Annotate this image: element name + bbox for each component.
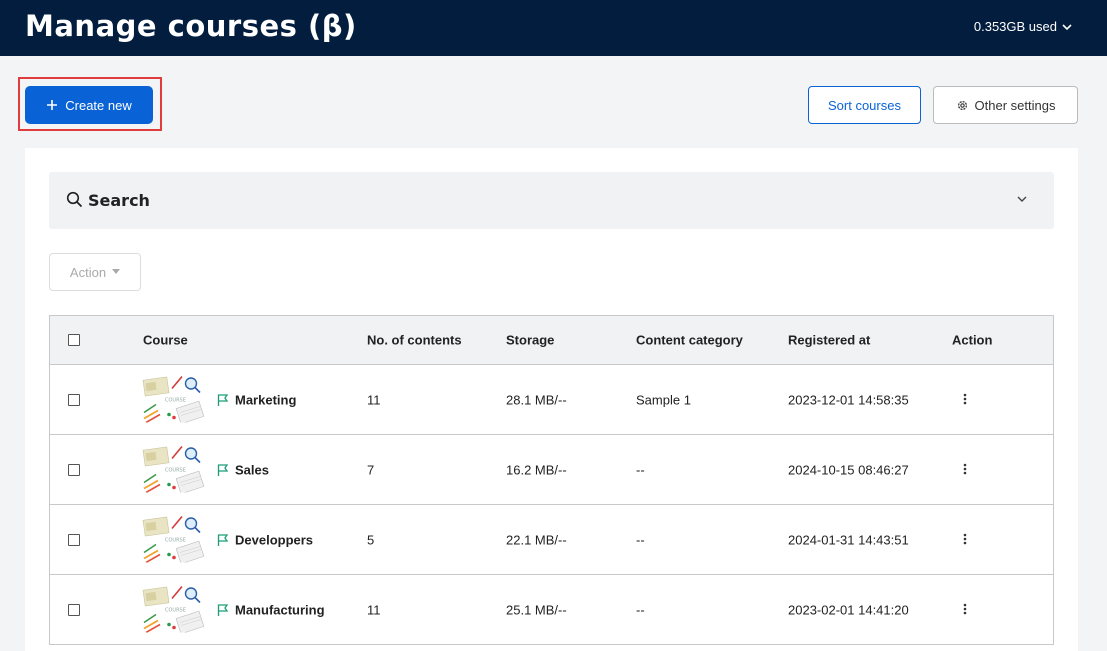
content-category: -- (636, 532, 645, 547)
courses-panel: Search Action Course No. of contents Sto… (25, 148, 1078, 651)
sort-courses-label: Sort courses (828, 97, 901, 113)
column-storage: Storage (506, 332, 555, 348)
column-category: Content category (636, 332, 743, 348)
storage-value: 22.1 MB/-- (506, 532, 567, 547)
content-category: -- (636, 602, 645, 617)
course-thumbnail: COURSE (142, 444, 205, 495)
other-settings-label: Other settings (974, 97, 1056, 113)
kebab-menu-icon (963, 603, 967, 614)
flag-icon (217, 603, 229, 616)
column-registered: Registered at (788, 332, 871, 348)
table-row: COURSE Sales 7 16.2 MB/-- -- 2024-10-15 … (50, 435, 1053, 505)
row-checkbox[interactable] (68, 533, 80, 546)
create-new-button[interactable]: Create new (25, 86, 153, 124)
row-action-menu[interactable] (963, 462, 967, 478)
storage-usage-label: 0.353GB used (973, 19, 1057, 34)
column-course: Course (143, 332, 188, 348)
table-row: COURSE Developpers 5 22.1 MB/-- -- 2024-… (50, 505, 1053, 575)
sort-courses-button[interactable]: Sort courses (808, 86, 921, 124)
row-action-menu[interactable] (963, 532, 967, 548)
flag-icon (217, 533, 229, 546)
course-thumbnail: COURSE (142, 374, 205, 425)
registered-at: 2024-01-31 14:43:51 (788, 532, 909, 547)
kebab-menu-icon (963, 463, 967, 474)
caret-down-icon (112, 269, 121, 274)
row-checkbox[interactable] (68, 463, 80, 476)
contents-count: 11 (367, 602, 381, 617)
select-all-checkbox[interactable] (68, 334, 80, 346)
page-title: Manage courses (β) (25, 9, 357, 43)
registered-at: 2024-10-15 08:46:27 (788, 462, 909, 477)
table-body: COURSE Marketing 11 28.1 MB/-- Sample 1 … (50, 365, 1053, 645)
svg-text:COURSE: COURSE (165, 607, 186, 613)
search-icon (66, 191, 83, 208)
kebab-menu-icon (963, 393, 967, 404)
flag-icon (217, 463, 229, 476)
course-name-label: Developpers (235, 532, 314, 547)
course-name[interactable]: Manufacturing (217, 602, 325, 617)
bulk-action-label: Action (69, 264, 107, 280)
storage-value: 16.2 MB/-- (506, 462, 567, 477)
course-name[interactable]: Marketing (217, 392, 296, 407)
app-header: Manage courses (β) 0.353GB used (0, 0, 1107, 56)
search-toggle[interactable]: Search (49, 172, 1054, 229)
svg-text:COURSE: COURSE (165, 537, 186, 543)
registered-at: 2023-12-01 14:58:35 (788, 392, 909, 407)
svg-text:COURSE: COURSE (165, 467, 186, 473)
chevron-down-icon (1062, 23, 1072, 30)
search-label: Search (88, 191, 150, 210)
row-action-menu[interactable] (963, 392, 967, 408)
plus-icon (47, 100, 58, 110)
flag-icon (217, 393, 229, 406)
courses-table: Course No. of contents Storage Content c… (49, 315, 1054, 645)
row-checkbox[interactable] (68, 603, 80, 616)
storage-usage-dropdown[interactable]: 0.353GB used (974, 19, 1073, 34)
column-action: Action (952, 332, 993, 348)
table-row: COURSE Marketing 11 28.1 MB/-- Sample 1 … (50, 365, 1053, 435)
gear-icon (957, 100, 967, 110)
table-row: COURSE Manufacturing 11 25.1 MB/-- -- 20… (50, 575, 1053, 645)
course-name[interactable]: Sales (217, 462, 269, 477)
registered-at: 2023-02-01 14:41:20 (788, 602, 909, 617)
column-contents: No. of contents (367, 332, 462, 348)
kebab-menu-icon (963, 533, 967, 544)
create-new-label: Create new (65, 97, 132, 113)
course-thumbnail: COURSE (142, 584, 205, 635)
course-name-label: Marketing (235, 392, 297, 407)
row-action-menu[interactable] (963, 602, 967, 618)
storage-value: 25.1 MB/-- (506, 602, 567, 617)
storage-value: 28.1 MB/-- (506, 392, 567, 407)
content-category: Sample 1 (636, 392, 691, 407)
contents-count: 5 (367, 532, 375, 547)
content-category: -- (636, 462, 645, 477)
other-settings-button[interactable]: Other settings (933, 86, 1078, 124)
contents-count: 7 (367, 462, 375, 477)
row-checkbox[interactable] (68, 393, 80, 406)
table-header: Course No. of contents Storage Content c… (50, 316, 1053, 365)
bulk-action-dropdown[interactable]: Action (49, 253, 141, 291)
chevron-down-icon (1017, 196, 1027, 202)
course-name-label: Manufacturing (235, 602, 325, 617)
svg-text:COURSE: COURSE (165, 397, 186, 403)
course-name-label: Sales (235, 462, 269, 477)
course-thumbnail: COURSE (142, 514, 205, 565)
contents-count: 11 (367, 392, 381, 407)
course-name[interactable]: Developpers (217, 532, 313, 547)
